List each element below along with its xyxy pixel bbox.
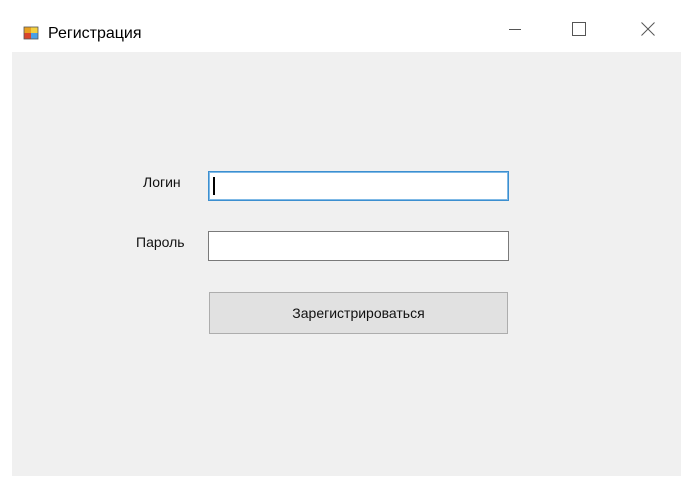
close-icon xyxy=(641,22,655,36)
password-label: Пароль xyxy=(136,234,185,250)
login-label: Логин xyxy=(143,174,181,190)
register-button[interactable]: Зарегистрироваться xyxy=(209,292,508,334)
password-input[interactable] xyxy=(208,231,509,261)
app-icon xyxy=(23,25,39,41)
registration-window: Регистрация Логин Пароль Зарегистрироват… xyxy=(0,0,684,478)
close-button[interactable] xyxy=(625,14,671,44)
form-client-area: Логин Пароль Зарегистрироваться xyxy=(12,52,681,476)
window-title: Регистрация xyxy=(48,25,142,42)
maximize-button[interactable] xyxy=(556,14,602,44)
minimize-icon xyxy=(509,23,521,35)
minimize-button[interactable] xyxy=(492,14,538,44)
login-input[interactable] xyxy=(208,171,509,201)
text-caret xyxy=(213,177,215,195)
title-bar[interactable]: Регистрация xyxy=(0,0,684,52)
maximize-icon xyxy=(572,22,586,36)
